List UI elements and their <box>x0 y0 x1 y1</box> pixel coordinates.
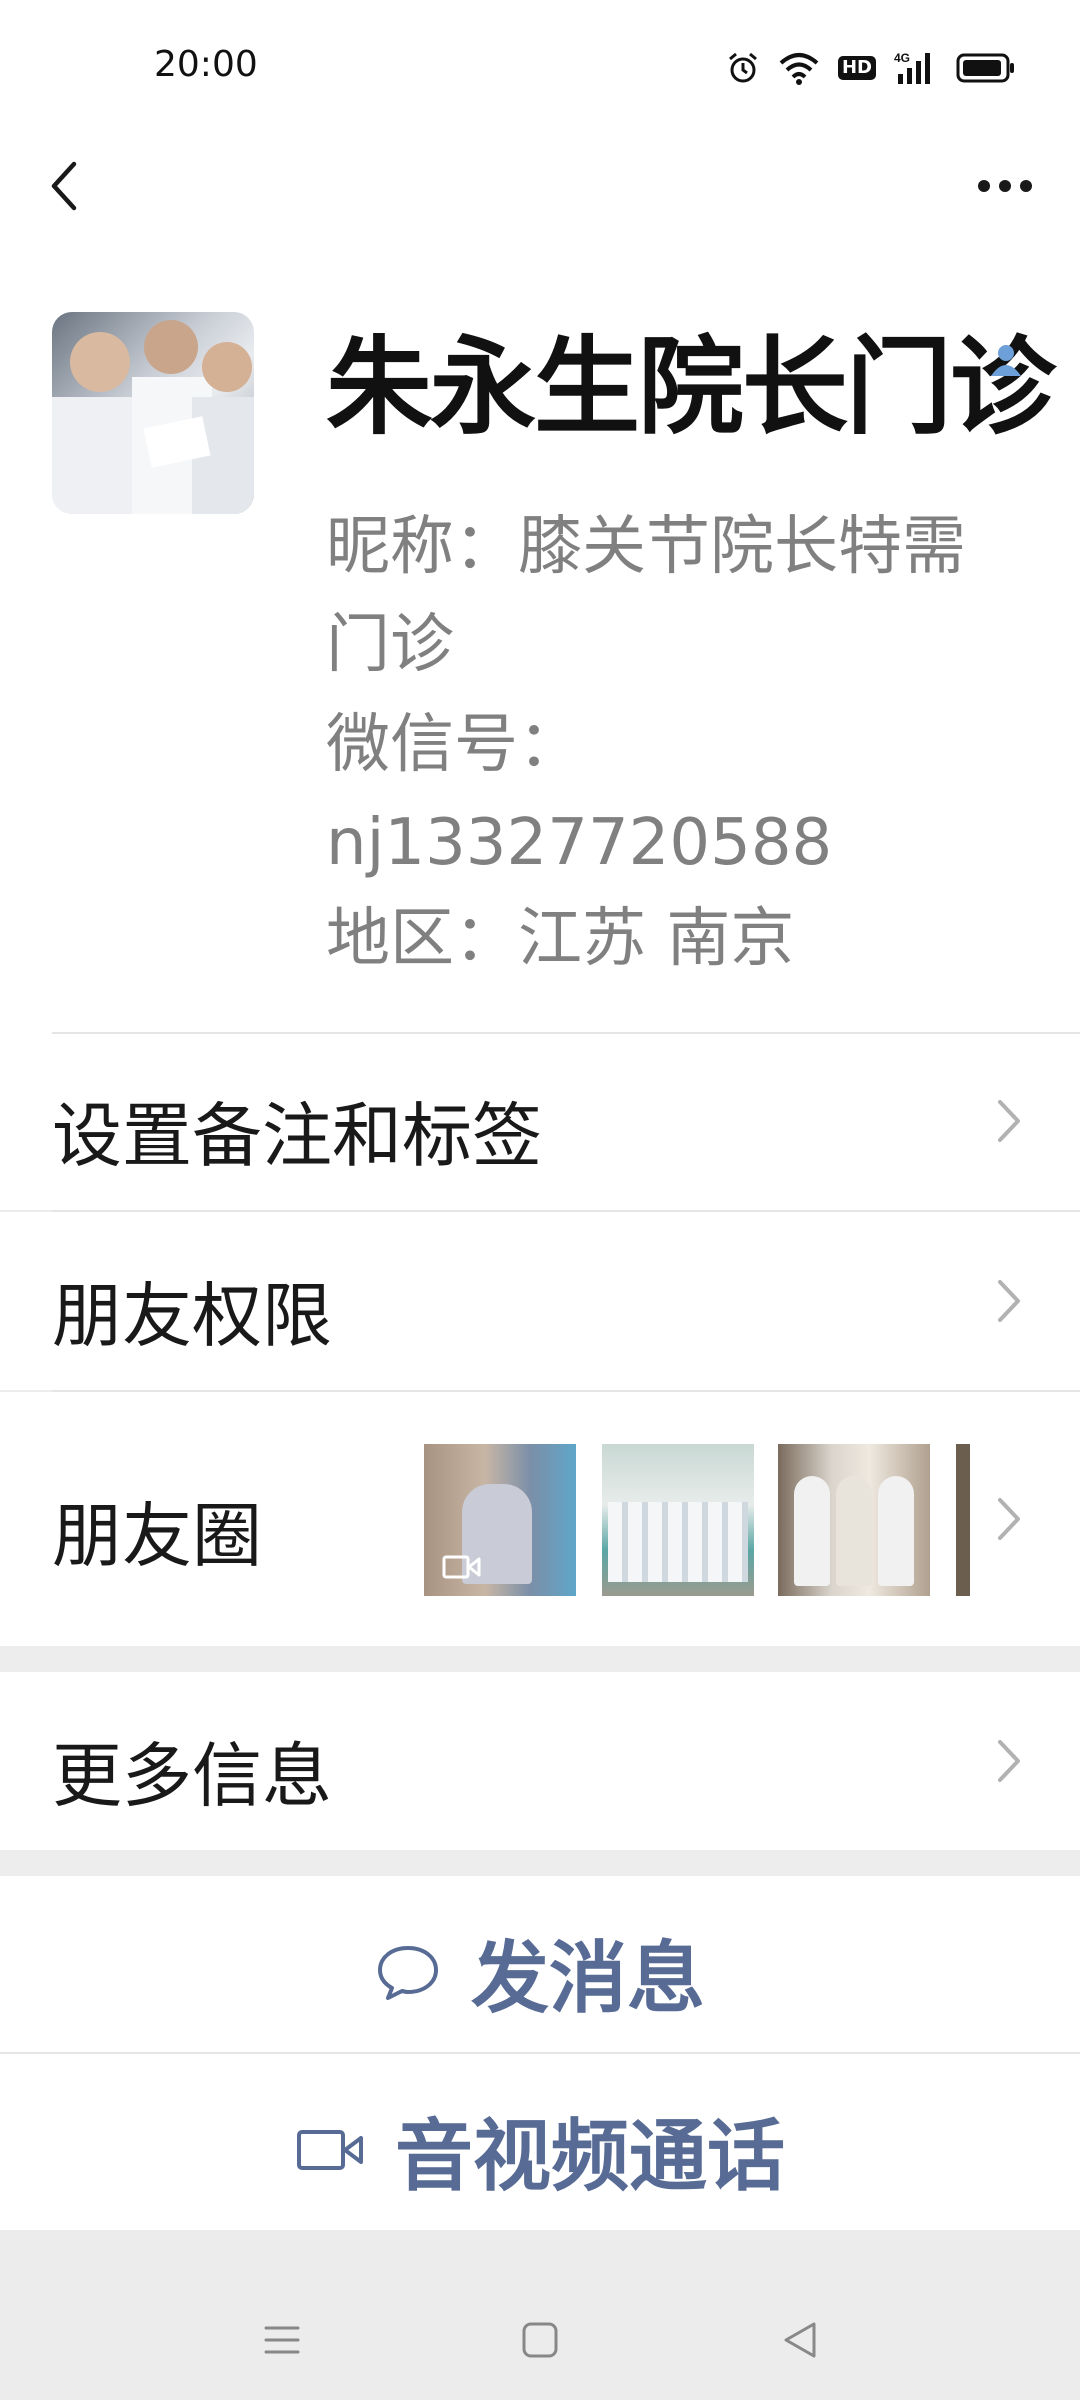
chevron-right-icon <box>998 1280 1020 1322</box>
wechat-id: 微信号：nj13327720588 <box>326 708 833 880</box>
friend-permissions-label: 朋友权限 <box>52 1275 332 1357</box>
moments-thumbnail-video <box>424 1444 576 1596</box>
set-remark-label: 设置备注和标签 <box>52 1095 542 1177</box>
system-navigation-bar <box>0 2230 1080 2400</box>
top-navigation <box>0 132 1080 242</box>
video-camera-icon <box>296 2130 363 2170</box>
back-button[interactable] <box>40 156 100 216</box>
video-call-label: 音视频通话 <box>394 2112 785 2202</box>
status-time: 20:00 <box>154 44 258 85</box>
divider <box>52 1210 1080 1212</box>
moments-thumbnail <box>778 1444 930 1596</box>
moments-thumbnail <box>602 1444 754 1596</box>
chevron-right-icon <box>998 1740 1020 1782</box>
divider <box>52 1390 1080 1392</box>
person-icon <box>991 345 1021 376</box>
alarm-icon <box>729 52 757 83</box>
chevron-right-icon <box>998 1100 1020 1142</box>
moments-thumbnail <box>956 1444 970 1596</box>
set-remark-row[interactable]: 设置备注和标签 <box>0 1032 1080 1210</box>
nickname: 昵称：膝关节院长特需门诊 <box>326 510 966 682</box>
more-info-row[interactable]: 更多信息 <box>0 1672 1080 1850</box>
region: 地区：江苏 南京 <box>326 902 795 976</box>
avatar[interactable] <box>52 312 254 514</box>
video-call-button[interactable]: 音视频通话 <box>0 2052 1080 2230</box>
home-icon[interactable] <box>520 2320 560 2360</box>
contact-name: 朱永生院长门诊 <box>326 326 1056 449</box>
video-icon <box>442 1555 481 1579</box>
hd-icon: HD <box>837 56 876 80</box>
menu-icon[interactable] <box>262 2320 302 2360</box>
battery-icon <box>956 53 1014 83</box>
status-icons: HD 4G <box>726 48 1016 88</box>
send-message-button[interactable]: 发消息 <box>0 1876 1080 2052</box>
chat-bubble-icon <box>377 1946 438 2000</box>
send-message-label: 发消息 <box>470 1934 705 2024</box>
chevron-right-icon <box>998 1498 1020 1540</box>
back-triangle-icon[interactable] <box>780 2320 820 2360</box>
moments-label: 朋友圈 <box>52 1495 262 1577</box>
friend-permissions-row[interactable]: 朋友权限 <box>0 1210 1080 1390</box>
more-info-label: 更多信息 <box>52 1735 332 1817</box>
more-options-button[interactable] <box>970 156 1040 216</box>
more-dots-icon <box>978 180 1032 192</box>
moments-thumbnails <box>424 1444 970 1596</box>
divider <box>0 2052 1080 2054</box>
signal-icon: 4G <box>894 51 930 84</box>
wifi-icon <box>779 53 819 85</box>
network-type: 4G <box>894 51 910 65</box>
profile-header: 朱永生院长门诊 昵称：膝关节院长特需门诊 微信号：nj13327720588 地… <box>0 242 1080 1032</box>
divider <box>52 1032 1080 1034</box>
moments-row[interactable]: 朋友圈 <box>0 1390 1080 1646</box>
status-bar: 20:00 HD 4G <box>0 0 1080 132</box>
back-arrow-icon <box>51 161 77 211</box>
